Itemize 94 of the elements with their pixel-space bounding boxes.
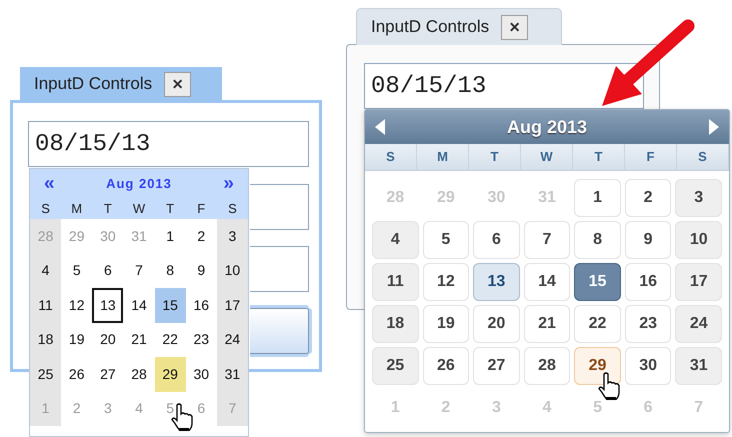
weekday-label: F <box>196 200 206 218</box>
calendar-day[interactable]: 20 <box>92 322 124 357</box>
calendar-day[interactable]: 17 <box>216 288 248 322</box>
calendar-day[interactable]: 11 <box>30 288 62 322</box>
weekday-label: S <box>365 144 417 170</box>
calendar-day[interactable]: 27 <box>92 357 124 392</box>
calendar-day[interactable]: 16 <box>186 288 217 322</box>
calendar-day[interactable]: 22 <box>154 322 186 357</box>
weekday-label: T <box>102 200 113 218</box>
weekday-label: T <box>573 144 625 170</box>
calendar-day[interactable]: 8 <box>574 221 621 259</box>
calendar-day[interactable]: 21 <box>123 322 155 357</box>
date-field[interactable]: 08/15/13 <box>28 121 309 167</box>
calendar-day[interactable]: 10 <box>675 221 722 259</box>
calendar-day[interactable]: 12 <box>61 288 92 322</box>
calendar-day[interactable]: 10 <box>216 254 248 288</box>
calendar-day[interactable]: 25 <box>30 357 62 392</box>
calendar-day[interactable]: 5 <box>422 221 470 259</box>
weekday-label: S <box>227 200 238 218</box>
calendar-day[interactable]: 19 <box>61 322 92 357</box>
month-title: Aug 2013 <box>506 116 588 139</box>
calendar-day[interactable]: 31 <box>675 347 722 385</box>
calendar-day[interactable]: 15 <box>574 263 621 301</box>
weekday-label: S <box>40 200 51 218</box>
month-title: Aug 2013 <box>106 175 172 194</box>
calendar-day[interactable]: 20 <box>473 305 520 343</box>
calendar-day[interactable]: 21 <box>524 305 570 343</box>
calendar-day[interactable]: 24 <box>675 305 722 343</box>
calendar-day[interactable]: 23 <box>624 305 672 343</box>
panel-tab[interactable]: InputD Controls × <box>356 8 562 45</box>
calendar-day[interactable]: 11 <box>372 263 419 301</box>
calendar-day[interactable]: 29 <box>154 357 186 392</box>
weekday-label: S <box>677 144 729 170</box>
close-button[interactable]: × <box>164 72 192 96</box>
calendar-day[interactable]: 19 <box>422 305 470 343</box>
calendar-day[interactable]: 3 <box>675 179 722 217</box>
calendar-day[interactable]: 9 <box>624 221 672 259</box>
calendar-day[interactable]: 9 <box>186 254 217 288</box>
calendar-day[interactable]: 13 <box>473 263 520 301</box>
calendar-day[interactable]: 18 <box>372 305 419 343</box>
calendar-day[interactable]: 13 <box>92 288 124 322</box>
calendar-day[interactable]: 16 <box>624 263 672 301</box>
close-button[interactable]: × <box>501 14 528 40</box>
calendar-day[interactable]: 2 <box>186 219 217 254</box>
previous-month-icon[interactable] <box>373 118 387 136</box>
calendar-day[interactable]: 31 <box>216 357 248 392</box>
calendar-day[interactable]: 5 <box>61 254 92 288</box>
weekday-label: M <box>417 144 469 170</box>
weekday-label: W <box>521 144 573 170</box>
calendar-day[interactable]: 22 <box>574 305 621 343</box>
input-field[interactable] <box>250 184 309 230</box>
calendar-day[interactable]: 4 <box>30 254 62 288</box>
calendar-day[interactable]: 18 <box>30 322 62 357</box>
calendar-day[interactable]: 7 <box>524 221 570 259</box>
calendar-day[interactable]: 6 <box>92 254 124 288</box>
calendar-day[interactable]: 26 <box>422 347 470 385</box>
calendar-day[interactable]: 1 <box>154 219 186 254</box>
calendar-day[interactable]: 24 <box>216 322 248 357</box>
next-month-icon[interactable] <box>706 118 721 136</box>
calendar-day[interactable]: 17 <box>675 263 722 301</box>
weekday-label: M <box>70 200 84 218</box>
weekday-label: T <box>165 200 176 218</box>
hand-cursor-icon <box>598 372 620 400</box>
calendar-day[interactable]: 12 <box>422 263 470 301</box>
calendar-day[interactable]: 30 <box>624 347 672 385</box>
calendar-day[interactable]: 23 <box>186 322 217 357</box>
calendar-day[interactable]: 28 <box>524 347 570 385</box>
panel-tab[interactable]: InputD Controls × <box>20 67 222 101</box>
tab-title: InputD Controls <box>34 73 152 96</box>
calendar-day[interactable]: 2 <box>624 179 672 217</box>
calendar-day[interactable]: 1 <box>574 179 621 217</box>
calendar-day[interactable]: 6 <box>473 221 520 259</box>
calendar-day[interactable]: 14 <box>524 263 570 301</box>
calendar-day[interactable]: 14 <box>123 288 155 322</box>
tab-title: InputD Controls <box>371 16 490 38</box>
calendar-day[interactable]: 27 <box>473 347 520 385</box>
calendar-day[interactable]: 30 <box>186 357 217 392</box>
calendar-day[interactable]: 25 <box>372 347 419 385</box>
weekday-label: T <box>469 144 521 170</box>
calendar-day[interactable]: 4 <box>372 221 419 259</box>
input-field[interactable] <box>250 246 309 292</box>
calendar-day[interactable]: 15 <box>154 288 186 322</box>
calendar-day[interactable]: 29 <box>574 347 621 385</box>
next-month-button[interactable]: » <box>223 170 234 198</box>
calendar-day[interactable]: 7 <box>123 254 155 288</box>
weekday-label: F <box>625 144 677 170</box>
calendar-day[interactable]: 28 <box>123 357 155 392</box>
date-field[interactable]: 08/15/13 <box>364 63 644 109</box>
calendar-day[interactable]: 26 <box>61 357 92 392</box>
previous-month-button[interactable]: « <box>44 170 55 198</box>
calendar-day[interactable]: 8 <box>154 254 186 288</box>
calendar-day[interactable]: 3 <box>216 219 248 254</box>
weekday-label: W <box>132 200 146 218</box>
button[interactable] <box>250 308 309 354</box>
